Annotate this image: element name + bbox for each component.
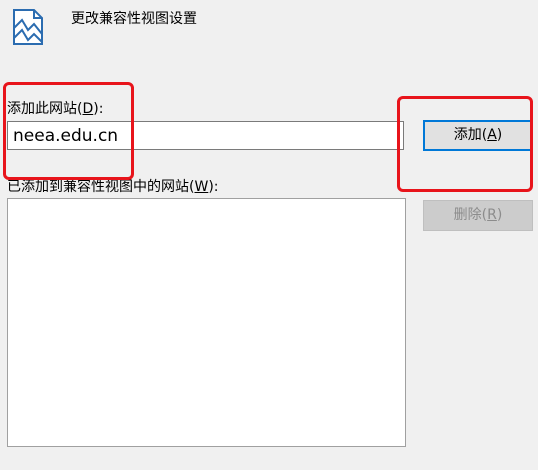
remove-button[interactable]: 删除(R) [423, 200, 533, 231]
add-site-label: 添加此网站(D): [7, 101, 104, 117]
compat-view-settings-icon [12, 8, 44, 46]
add-site-input[interactable] [7, 121, 404, 150]
add-button[interactable]: 添加(A) [423, 120, 533, 151]
dialog-title: 更改兼容性视图设置 [71, 11, 197, 27]
added-sites-label: 已添加到兼容性视图中的网站(W): [7, 179, 219, 195]
added-sites-list[interactable] [7, 198, 406, 447]
